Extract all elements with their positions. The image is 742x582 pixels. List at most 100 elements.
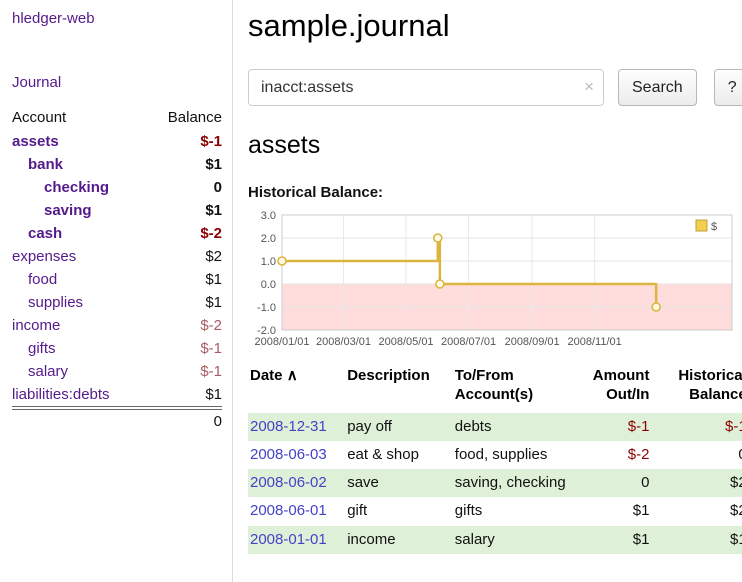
svg-text:2008/01/01: 2008/01/01 (254, 336, 309, 348)
register-accounts: salary (455, 531, 495, 548)
register-header-description: Description (345, 364, 453, 413)
account-balance: $1 (147, 199, 222, 222)
register-date-link[interactable]: 2008-06-02 (250, 474, 327, 491)
svg-text:2008/05/01: 2008/05/01 (379, 336, 434, 348)
svg-text:0.0: 0.0 (261, 279, 276, 291)
account-balance: $-1 (147, 360, 222, 383)
register-balance: $-1 (725, 418, 742, 435)
register-row: 2008-06-03eat & shopfood, supplies$-20 (248, 441, 742, 469)
register-description: gift (347, 502, 367, 519)
account-balance: $-1 (147, 337, 222, 360)
account-balance: $-1 (147, 130, 222, 153)
account-balance: $1 (147, 268, 222, 291)
account-row: gifts $-1 (12, 337, 222, 360)
account-link[interactable]: assets (12, 133, 59, 150)
register-description: pay off (347, 418, 392, 435)
account-balance: $-2 (147, 222, 222, 245)
account-balance: $1 (147, 383, 222, 408)
account-row: saving $1 (12, 199, 222, 222)
account-row: bank$1 (12, 153, 222, 176)
register-header-amount: Amount Out/In (573, 364, 654, 413)
svg-text:1.0: 1.0 (261, 256, 276, 268)
register-amount: $1 (633, 502, 650, 519)
clear-search-icon[interactable]: × (584, 77, 594, 97)
register-amount: $-2 (628, 446, 650, 463)
account-row: assets $-1 (12, 130, 222, 153)
register-date-link[interactable]: 2008-06-01 (250, 502, 327, 519)
register-accounts: saving, checking (455, 474, 566, 491)
accounts-total-spacer (12, 408, 147, 433)
register-date-link[interactable]: 2008-01-01 (250, 531, 327, 548)
account-link[interactable]: bank (12, 156, 63, 173)
svg-text:-1.0: -1.0 (257, 302, 276, 314)
register-amount: $-1 (628, 418, 650, 435)
account-row: checking 0 (12, 176, 222, 199)
register-balance: 0 (738, 446, 742, 463)
chart-title: Historical Balance: (248, 184, 742, 201)
register-description: save (347, 474, 379, 491)
account-row: cash $-2 (12, 222, 222, 245)
account-balance: 0 (147, 176, 222, 199)
account-row: expenses $2 (12, 245, 222, 268)
journal-link[interactable]: Journal (12, 74, 61, 91)
account-row: food $1 (12, 268, 222, 291)
accounts-total-value: 0 (147, 408, 222, 433)
accounts-total-row: 0 (12, 408, 222, 433)
sort-ascending-icon: ∧ (287, 367, 298, 384)
app: hledger-web Journal Account Balance asse… (0, 0, 742, 582)
account-link[interactable]: checking (12, 179, 109, 196)
register-balance: $2 (730, 474, 742, 491)
account-row: supplies$1 (12, 291, 222, 314)
account-link[interactable]: supplies (12, 294, 83, 311)
account-link[interactable]: income (12, 317, 60, 334)
account-link[interactable]: expenses (12, 248, 76, 265)
account-link[interactable]: liabilities:debts (12, 386, 110, 403)
search-button[interactable]: Search (618, 69, 697, 106)
account-row: liabilities:debts $1 (12, 383, 222, 408)
account-link[interactable]: food (12, 271, 57, 288)
sidebar: hledger-web Journal Account Balance asse… (0, 0, 233, 582)
account-link[interactable]: saving (12, 202, 92, 219)
register-balance: $1 (730, 531, 742, 548)
register-description: eat & shop (347, 446, 419, 463)
accounts-table-body: assets$-1bank$1checking0saving$1cash$-2e… (12, 130, 222, 408)
search-bar: × Search ? (248, 69, 742, 106)
register-amount: 0 (641, 474, 649, 491)
register-row: 2008-01-01incomesalary$1$1 (248, 526, 742, 554)
account-row: income $-2 (12, 314, 222, 337)
register-header-date[interactable]: Date ∧ (248, 364, 345, 413)
register-table: Date ∧ Description To/From Account(s) Am… (248, 364, 742, 554)
register-row: 2008-06-01 gift gifts $1 $2 (248, 497, 742, 525)
account-link[interactable]: cash (12, 225, 62, 242)
register-header-date-label: Date (250, 367, 283, 384)
search-box: × (248, 69, 604, 106)
account-link[interactable]: salary (12, 363, 68, 380)
account-balance: $2 (147, 245, 222, 268)
account-link[interactable]: gifts (12, 340, 56, 357)
svg-text:2008/11/01: 2008/11/01 (568, 336, 622, 348)
register-amount: $1 (633, 531, 650, 548)
register-balance: $2 (730, 502, 742, 519)
accounts-header-balance: Balance (147, 106, 222, 130)
svg-text:2008/09/01: 2008/09/01 (505, 336, 560, 348)
balance-chart: 3.02.01.00.0-1.0-2.02008/01/012008/03/01… (248, 209, 742, 356)
app-title-link[interactable]: hledger-web (12, 10, 95, 27)
register-accounts: debts (455, 418, 492, 435)
register-table-body: 2008-12-31 pay off debts $-1 $-1 2008-06-03 ea… (248, 413, 742, 554)
accounts-table: Account Balance assets$-1bank$1checking0… (12, 106, 222, 433)
register-row: 2008-12-31 pay off debts $-1 $-1 (248, 413, 742, 441)
svg-text:3.0: 3.0 (261, 210, 276, 222)
accounts-header-account: Account (12, 106, 147, 130)
search-input[interactable] (248, 69, 604, 106)
register-header-balance: Historical Balance (653, 364, 742, 413)
register-accounts: gifts (455, 502, 483, 519)
account-balance: $-2 (147, 314, 222, 337)
balance-chart-svg: 3.02.01.00.0-1.0-2.02008/01/012008/03/01… (248, 209, 740, 351)
help-button[interactable]: ? (714, 69, 742, 106)
register-row: 2008-06-02 save saving, checking 0 $2 (248, 469, 742, 497)
main-content: sample.journal × Search ? assets Histori… (233, 0, 742, 582)
register-header-row: Date ∧ Description To/From Account(s) Am… (248, 364, 742, 413)
accounts-header-row: Account Balance (12, 106, 222, 130)
register-date-link[interactable]: 2008-12-31 (250, 418, 327, 435)
register-date-link[interactable]: 2008-06-03 (250, 446, 327, 463)
